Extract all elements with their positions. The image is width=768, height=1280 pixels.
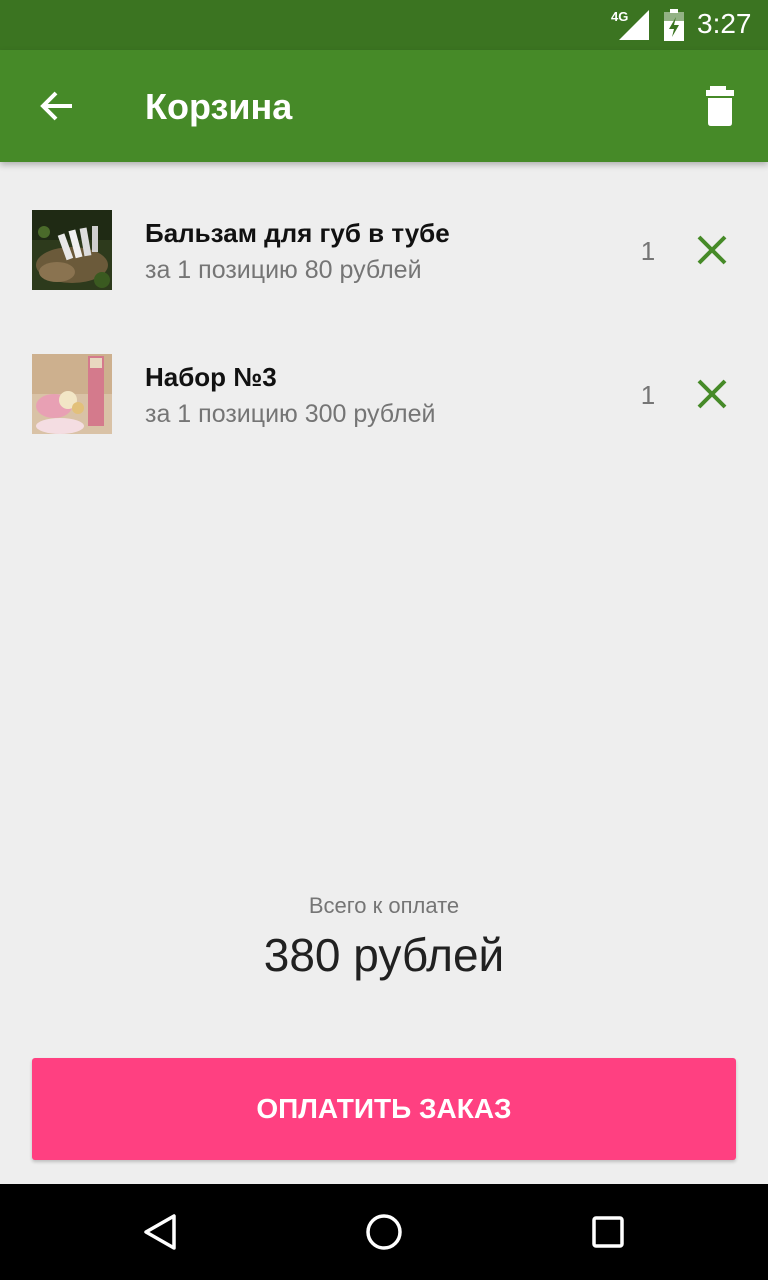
close-icon[interactable] bbox=[694, 376, 730, 412]
network-type-label: 4G bbox=[611, 9, 629, 24]
product-thumbnail[interactable] bbox=[32, 210, 112, 290]
home-circle-icon[interactable] bbox=[364, 1212, 404, 1252]
total-label: Всего к оплате bbox=[308, 893, 460, 918]
pay-order-button[interactable]: ОПЛАТИТЬ ЗАКАЗ bbox=[32, 1058, 736, 1160]
navigation-bar bbox=[0, 1184, 768, 1280]
product-price: за 1 позицию 80 рублей bbox=[145, 256, 422, 284]
recents-square-icon[interactable] bbox=[588, 1212, 628, 1252]
product-photo-icon bbox=[32, 354, 112, 434]
cart-item[interactable]: Набор №3 за 1 позицию 300 рублей 1 bbox=[0, 354, 768, 464]
back-triangle-icon[interactable] bbox=[140, 1212, 180, 1252]
total-value: 380 рублей bbox=[263, 929, 505, 981]
product-thumbnail[interactable] bbox=[32, 354, 112, 434]
cart-item[interactable]: Бальзам для губ в тубе за 1 позицию 80 р… bbox=[0, 210, 768, 320]
arrow-back-icon[interactable] bbox=[36, 86, 76, 126]
clock: 3:27 bbox=[697, 8, 752, 39]
product-name: Набор №3 bbox=[145, 362, 277, 392]
app-bar: Корзина bbox=[0, 50, 768, 162]
battery-icon bbox=[664, 9, 684, 41]
product-photo-icon bbox=[32, 210, 112, 290]
product-price: за 1 позицию 300 рублей bbox=[145, 400, 436, 428]
product-name: Бальзам для губ в тубе bbox=[145, 218, 450, 248]
close-icon[interactable] bbox=[694, 232, 730, 268]
status-bar: 4G 3:27 bbox=[0, 0, 768, 50]
product-quantity[interactable]: 1 bbox=[630, 380, 666, 411]
page-title: Корзина bbox=[145, 86, 293, 127]
trash-icon[interactable] bbox=[700, 84, 740, 128]
product-quantity[interactable]: 1 bbox=[630, 236, 666, 267]
